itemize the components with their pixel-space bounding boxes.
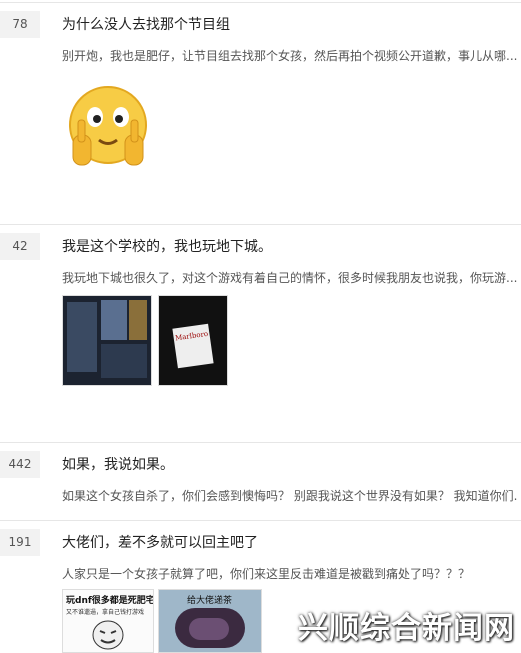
post-excerpt: 别开炮，我也是肥仔，让节目组去找那个女孩，然后再拍个视频公开道歉，事儿从哪... (62, 49, 517, 63)
post-item[interactable]: 442 如果，我说如果。 如果这个女孩自杀了，你们会感到懊悔吗？ 别跟我说这个世… (0, 442, 521, 521)
meme-thumbnail[interactable]: 玩dnf很多都是死肥宅。 又不谁邋遢，拿自己钱打游戏 (62, 589, 154, 653)
meme-thumbnail[interactable]: 给大佬递茶 (158, 589, 262, 653)
post-title[interactable]: 如果，我说如果。 (62, 454, 174, 474)
reply-count-badge: 42 (0, 233, 40, 260)
post-title[interactable]: 为什么没人去找那个节目组 (62, 14, 230, 34)
reply-count-badge: 78 (0, 11, 40, 38)
emoji-middle-finger-icon (69, 86, 147, 166)
meme-caption: 玩dnf很多都是死肥宅。 (66, 596, 154, 606)
site-watermark: 兴顺综合新闻网 (298, 611, 515, 646)
post-title[interactable]: 我是这个学校的，我也玩地下城。 (62, 236, 272, 256)
reply-count-badge: 191 (0, 529, 40, 556)
game-screenshot-thumbnail[interactable] (62, 295, 152, 386)
post-excerpt: 人家只是一个女孩子就算了吧，你们来这里反击难道是被戳到痛处了吗？？？ (62, 567, 471, 581)
reply-count-badge: 442 (0, 451, 40, 478)
post-item[interactable]: 42 我是这个学校的，我也玩地下城。 我玩地下城也很久了，对这个游戏有着自己的情… (0, 224, 521, 443)
meme-caption: 给大佬递茶 (187, 596, 233, 606)
post-excerpt: 如果这个女孩自杀了，你们会感到懊悔吗？ 别跟我说这个世界没有如果？ 我知道你们.… (62, 489, 517, 503)
post-excerpt: 我玩地下城也很久了，对这个游戏有着自己的情怀，很多时候我朋友也说我，你玩游... (62, 271, 517, 285)
post-item[interactable]: 78 为什么没人去找那个节目组 别开炮，我也是肥仔，让节目组去找那个女孩，然后再… (0, 2, 521, 225)
meme-subcaption: 又不谁邋遢，拿自己钱打游戏 (66, 609, 145, 616)
meme-face-icon (92, 620, 124, 650)
post-item[interactable]: 191 大佬们，差不多就可以回主吧了 人家只是一个女孩子就算了吧，你们来这里反击… (0, 520, 521, 653)
cigarette-photo-thumbnail[interactable]: Marlboro (158, 295, 228, 386)
cigarette-brand-label: Marlboro (174, 329, 209, 343)
post-title[interactable]: 大佬们，差不多就可以回主吧了 (62, 532, 258, 552)
